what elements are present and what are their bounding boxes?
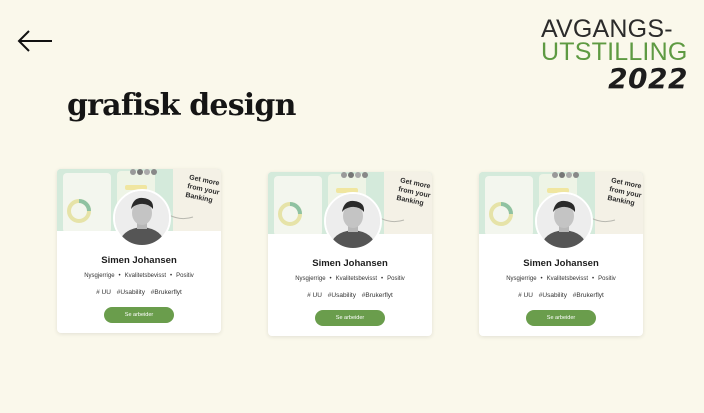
see-works-button[interactable]: Se arbeider	[104, 307, 174, 323]
separator-dot: •	[170, 273, 173, 279]
student-card[interactable]: Get more from your Banking Simen Johanse…	[268, 172, 432, 336]
tag: # UU	[307, 292, 322, 299]
avatar	[113, 189, 171, 247]
see-works-button[interactable]: Se arbeider	[526, 310, 596, 326]
student-name: Simen Johansen	[523, 258, 599, 269]
student-card[interactable]: Get more from your Banking Simen Johanse…	[57, 169, 221, 333]
page-title: grafisk design	[67, 88, 296, 123]
separator-dot: •	[329, 276, 332, 282]
tag: #Brukerflyt	[572, 292, 604, 299]
student-traits: Nysgjerrige • Kvalitetsbevisst • Positiv	[57, 273, 221, 279]
tag: #Usability	[116, 289, 145, 296]
logo-year: 2022	[608, 62, 688, 95]
trait: Nysgjerrige	[506, 276, 537, 282]
trait: Kvalitetsbevisst	[335, 276, 378, 282]
separator-dot: •	[540, 276, 543, 282]
trait: Nysgjerrige	[295, 276, 326, 282]
tag: #Usability	[327, 292, 356, 299]
student-traits: Nysgjerrige • Kvalitetsbevisst • Positiv	[268, 276, 432, 282]
tag: # UU	[518, 292, 533, 299]
student-name: Simen Johansen	[101, 255, 177, 266]
exhibition-logo: AVGANGS- UTSTILLING 2022	[541, 16, 691, 96]
trait: Positiv	[598, 276, 616, 282]
tag: #Brukerflyt	[150, 289, 182, 296]
tag: #Brukerflyt	[361, 292, 393, 299]
student-tags: # UU #Usability #Brukerflyt	[268, 292, 432, 299]
student-tags: # UU #Usability #Brukerflyt	[57, 289, 221, 296]
separator-dot: •	[381, 276, 384, 282]
trait: Positiv	[176, 273, 194, 279]
trait: Kvalitetsbevisst	[546, 276, 589, 282]
trait: Kvalitetsbevisst	[124, 273, 167, 279]
avatar	[324, 192, 382, 250]
trait: Positiv	[387, 276, 405, 282]
student-name: Simen Johansen	[312, 258, 388, 269]
tag: #Usability	[538, 292, 567, 299]
back-arrow-icon[interactable]	[17, 28, 55, 54]
see-works-button[interactable]: Se arbeider	[315, 310, 385, 326]
student-tags: # UU #Usability #Brukerflyt	[479, 292, 643, 299]
separator-dot: •	[592, 276, 595, 282]
separator-dot: •	[118, 273, 121, 279]
student-traits: Nysgjerrige • Kvalitetsbevisst • Positiv	[479, 276, 643, 282]
avatar	[535, 192, 593, 250]
trait: Nysgjerrige	[84, 273, 115, 279]
student-card[interactable]: Get more from your Banking Simen Johanse…	[479, 172, 643, 336]
tag: # UU	[96, 289, 111, 296]
